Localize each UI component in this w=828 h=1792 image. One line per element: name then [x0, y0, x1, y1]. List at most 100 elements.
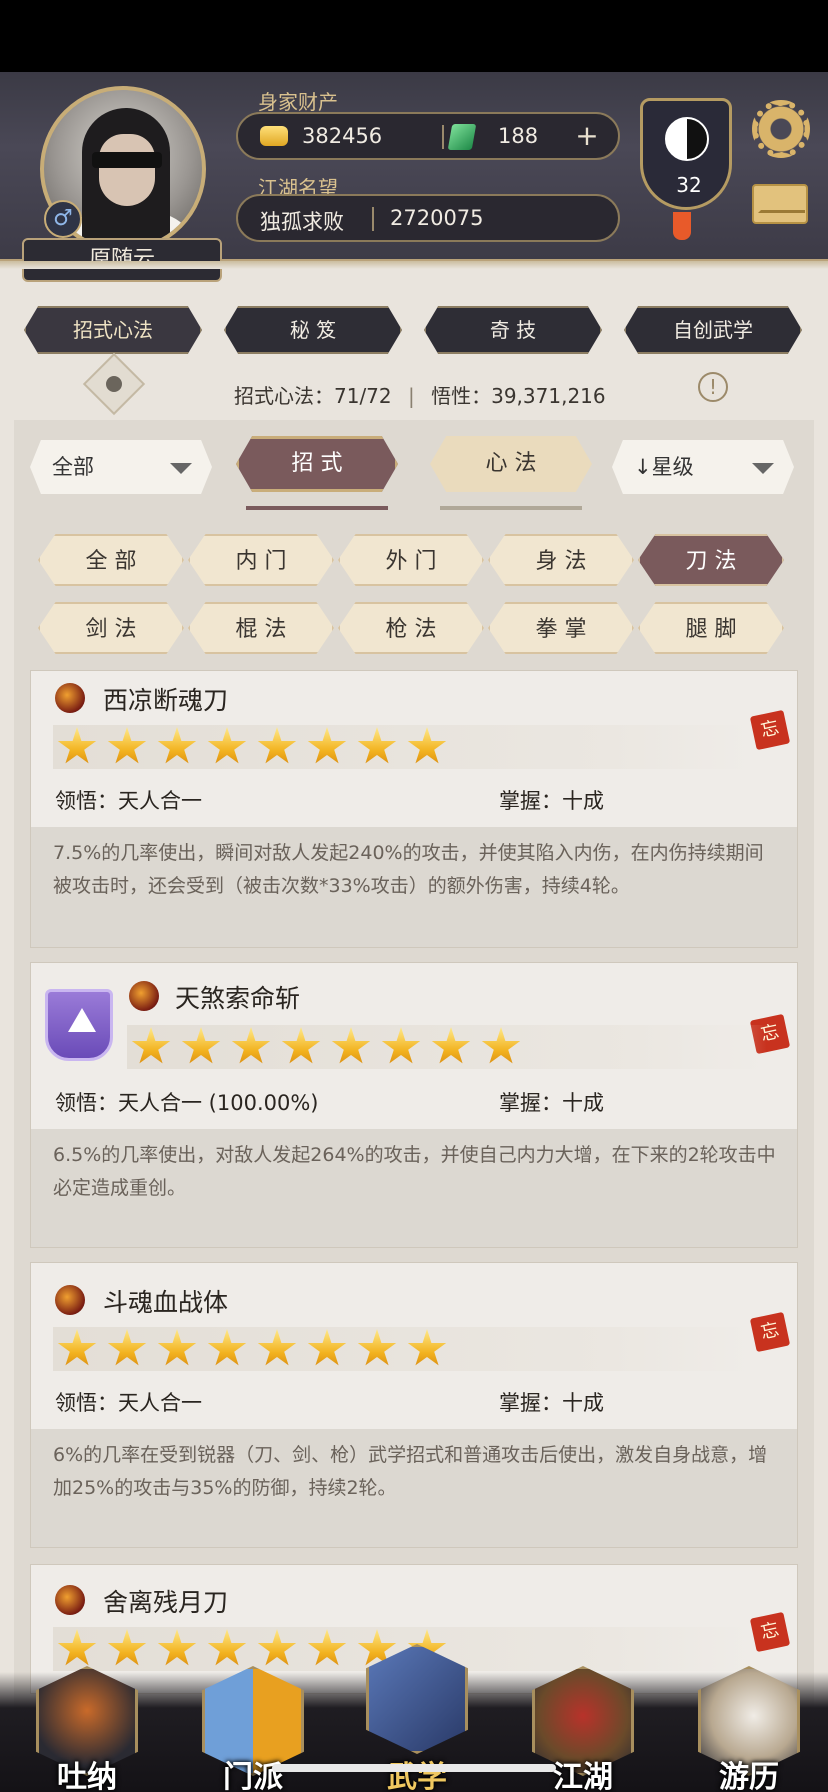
- star-icon: [431, 1027, 471, 1064]
- chip-all[interactable]: 全 部: [38, 534, 184, 586]
- comprehension: 领悟：天人合一 (100.00%): [55, 1091, 319, 1115]
- skill-name: 天煞索命斩: [175, 984, 301, 1013]
- comprehension: 领悟：天人合一: [55, 1391, 202, 1415]
- level-number: 32: [676, 173, 702, 197]
- skill-card[interactable]: 天煞索命斩 忘 领悟：天人合一 (100.00%) 掌握：十成 6.5%的几率使…: [30, 962, 798, 1248]
- star-icon: [407, 727, 447, 764]
- nav-breathing[interactable]: 吐纳: [22, 1660, 152, 1792]
- skill-name: 斗魂血战体: [103, 1288, 229, 1317]
- upgrade-arrow-icon[interactable]: [45, 989, 113, 1061]
- jade-amount: 188: [498, 124, 539, 148]
- star-rating: [127, 1025, 767, 1069]
- star-icon: [107, 727, 147, 764]
- insight-value: 悟性：39,371,216: [431, 384, 606, 408]
- reputation-title: 独孤求败: [260, 210, 344, 234]
- wealth-label: 身家财产: [258, 90, 338, 114]
- star-icon: [257, 727, 297, 764]
- nav-travel[interactable]: 游历: [684, 1660, 814, 1792]
- star-icon: [231, 1027, 271, 1064]
- star-icon: [131, 1027, 171, 1064]
- nav-jianghu[interactable]: 江湖: [518, 1660, 648, 1792]
- gold-amount: 382456: [302, 124, 383, 148]
- star-icon: [57, 1329, 97, 1366]
- gold-ingot-icon: [260, 126, 288, 146]
- jade-icon: [447, 124, 477, 150]
- chip-leg[interactable]: 腿 脚: [638, 602, 784, 654]
- star-icon: [281, 1027, 321, 1064]
- category-dropdown[interactable]: 全部: [30, 440, 212, 494]
- forget-badge[interactable]: 忘: [749, 709, 791, 751]
- mastery: 掌握：十成: [499, 1091, 604, 1115]
- star-rating: [53, 725, 753, 769]
- skill-description: 6%的几率在受到锐器（刀、剑、枪）武学招式和普通攻击后使出，激发自身战意，增加2…: [31, 1429, 797, 1547]
- level-badge[interactable]: 32: [640, 98, 732, 210]
- skill-description: 6.5%的几率使出，对敌人发起264%的攻击，并使自己内力大增，在下来的2轮攻击…: [31, 1129, 797, 1247]
- tassel-decoration: [673, 212, 691, 240]
- tab-mind-type[interactable]: 心 法: [430, 436, 592, 492]
- chip-outer[interactable]: 外 门: [338, 534, 484, 586]
- stats-line: 招式心法：71/72 | 悟性：39,371,216: [234, 384, 606, 408]
- skill-name: 西凉断魂刀: [103, 686, 229, 715]
- mastery: 掌握：十成: [499, 789, 604, 813]
- eye-icon[interactable]: [82, 352, 146, 416]
- skill-description: 7.5%的几率使出，瞬间对敌人发起240%的攻击，并使其陷入内伤，在内伤持续期间…: [31, 827, 797, 947]
- star-icon: [181, 1027, 221, 1064]
- tab-manuals[interactable]: 秘 笈: [224, 306, 402, 354]
- add-currency-button[interactable]: +: [572, 122, 602, 152]
- blade-icon: [129, 981, 159, 1011]
- skill-name: 舍离残月刀: [103, 1588, 229, 1617]
- star-icon: [157, 1329, 197, 1366]
- star-icon: [307, 1329, 347, 1366]
- tab-moves[interactable]: 招式心法: [24, 306, 202, 354]
- star-icon: [157, 727, 197, 764]
- blade-icon: [55, 1285, 85, 1315]
- forget-badge[interactable]: 忘: [749, 1611, 791, 1653]
- forget-badge[interactable]: 忘: [749, 1311, 791, 1353]
- chip-inner[interactable]: 内 门: [188, 534, 334, 586]
- info-icon[interactable]: !: [698, 372, 728, 402]
- mastery: 掌握：十成: [499, 1391, 604, 1415]
- chip-spear[interactable]: 枪 法: [338, 602, 484, 654]
- star-rating: [53, 1327, 753, 1371]
- nav-sect[interactable]: 门派: [188, 1660, 318, 1792]
- star-icon: [207, 1329, 247, 1366]
- star-icon: [357, 1329, 397, 1366]
- skill-card[interactable]: 西凉断魂刀 忘 领悟：天人合一 掌握：十成 7.5%的几率使出，瞬间对敌人发起2…: [30, 670, 798, 948]
- currency-bar: 382456 188 +: [236, 112, 620, 160]
- chip-sword[interactable]: 剑 法: [38, 602, 184, 654]
- chip-blade[interactable]: 刀 法: [638, 534, 784, 586]
- sort-dropdown[interactable]: ↓星级: [612, 440, 794, 494]
- home-indicator[interactable]: [272, 1764, 556, 1772]
- blade-icon: [55, 683, 85, 713]
- reputation-value: 2720075: [390, 206, 484, 230]
- tab-skills[interactable]: 奇 技: [424, 306, 602, 354]
- chip-staff[interactable]: 棍 法: [188, 602, 334, 654]
- star-icon: [331, 1027, 371, 1064]
- star-icon: [57, 727, 97, 764]
- star-icon: [357, 727, 397, 764]
- chevron-down-icon: [170, 463, 192, 474]
- nav-martial-arts[interactable]: 武学: [352, 1644, 482, 1792]
- player-name: 原随云: [22, 238, 222, 282]
- scroll-book-icon: [366, 1644, 468, 1754]
- reputation-bar: 独孤求败 2720075: [236, 194, 620, 242]
- mail-icon[interactable]: [752, 184, 808, 224]
- comprehension: 领悟：天人合一: [55, 789, 202, 813]
- tab-moves-type[interactable]: 招 式: [236, 436, 398, 492]
- moves-count: 招式心法：71/72: [234, 384, 392, 408]
- blade-icon: [55, 1585, 85, 1615]
- status-bar: [0, 0, 828, 72]
- star-icon: [407, 1329, 447, 1366]
- star-icon: [481, 1027, 521, 1064]
- star-icon: [257, 1329, 297, 1366]
- tab-custom-martial[interactable]: 自创武学: [624, 306, 802, 354]
- star-icon: [381, 1027, 421, 1064]
- skill-card[interactable]: 斗魂血战体 忘 领悟：天人合一 掌握：十成 6%的几率在受到锐器（刀、剑、枪）武…: [30, 1262, 798, 1548]
- settings-gear-icon[interactable]: [752, 100, 810, 158]
- star-icon: [307, 727, 347, 764]
- taiji-icon: [665, 117, 709, 161]
- chip-movement[interactable]: 身 法: [488, 534, 634, 586]
- star-icon: [207, 727, 247, 764]
- chip-fist[interactable]: 拳 掌: [488, 602, 634, 654]
- star-icon: [107, 1329, 147, 1366]
